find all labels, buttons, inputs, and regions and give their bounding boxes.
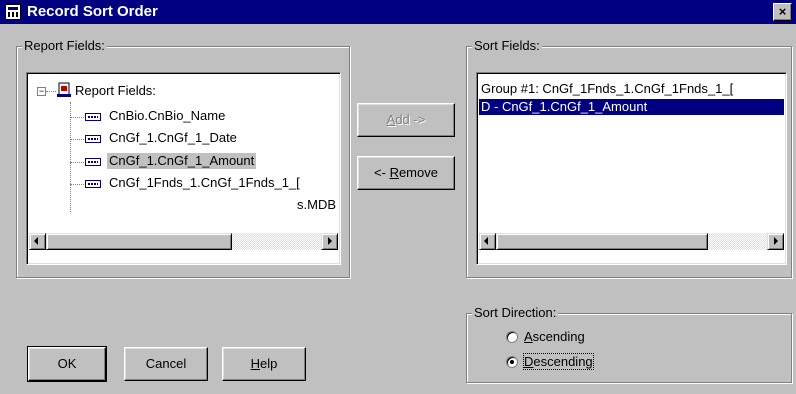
sort-field-item-selected[interactable]: D - CnGf_1.CnGf_1_Amount	[479, 99, 784, 115]
scroll-thumb[interactable]	[496, 233, 708, 250]
scroll-left-button[interactable]	[479, 233, 496, 250]
field-icon	[85, 158, 101, 166]
report-fields-hscrollbar[interactable]	[29, 233, 338, 250]
descending-label[interactable]: Descending	[523, 353, 594, 370]
window-title: Record Sort Order	[27, 3, 158, 20]
sort-fields-group-label: Sort Fields:	[472, 38, 542, 53]
field-icon	[85, 135, 101, 143]
remove-button[interactable]: <- Remove	[357, 156, 455, 190]
tree-root-label[interactable]: Report Fields:	[75, 83, 156, 99]
close-icon: ×	[778, 4, 787, 19]
field-icon	[85, 113, 101, 121]
app-icon	[5, 4, 21, 20]
cancel-button[interactable]: Cancel	[124, 347, 208, 381]
scroll-right-button[interactable]	[321, 233, 338, 250]
close-button[interactable]: ×	[773, 3, 792, 21]
report-icon	[57, 82, 71, 97]
scroll-thumb[interactable]	[46, 233, 232, 250]
report-fields-tree[interactable]: − Report Fields: CnBio.CnBio_Name CnGf_1…	[26, 72, 341, 265]
ascending-label[interactable]: Ascending	[524, 329, 585, 344]
ascending-radio[interactable]	[506, 331, 518, 343]
tree-item-gift-amount[interactable]: CnGf_1.CnGf_1_Amount	[107, 153, 257, 169]
sort-fields-list[interactable]: Group #1: CnGf_1Fnds_1.CnGf_1Fnds_1_[ D …	[476, 72, 787, 265]
sort-direction-group-label: Sort Direction:	[472, 305, 559, 320]
title-bar: Record Sort Order ×	[0, 0, 796, 24]
sort-direction-group	[466, 313, 792, 383]
descending-radio[interactable]	[506, 356, 518, 368]
sort-field-item[interactable]: Group #1: CnGf_1Fnds_1.CnGf_1Fnds_1_[	[479, 81, 784, 97]
field-icon	[85, 180, 101, 188]
ok-button[interactable]: OK	[27, 346, 107, 382]
collapse-toggle[interactable]: −	[37, 87, 46, 96]
scroll-right-button[interactable]	[767, 233, 784, 250]
tree-item-gift-fund[interactable]: CnGf_1Fnds_1.CnGf_1Fnds_1_[	[107, 175, 339, 191]
tree-item-gift-date[interactable]: CnGf_1.CnGf_1_Date	[107, 130, 239, 146]
scroll-left-button[interactable]	[29, 233, 46, 250]
sort-fields-hscrollbar[interactable]	[479, 233, 784, 250]
report-fields-group-label: Report Fields:	[22, 38, 107, 53]
tree-overflow-text: s.MDB	[297, 197, 336, 212]
add-button[interactable]: Add ->	[357, 103, 455, 137]
tree-item-cnbio-name[interactable]: CnBio.CnBio_Name	[107, 108, 227, 124]
help-button[interactable]: Help	[222, 347, 306, 381]
